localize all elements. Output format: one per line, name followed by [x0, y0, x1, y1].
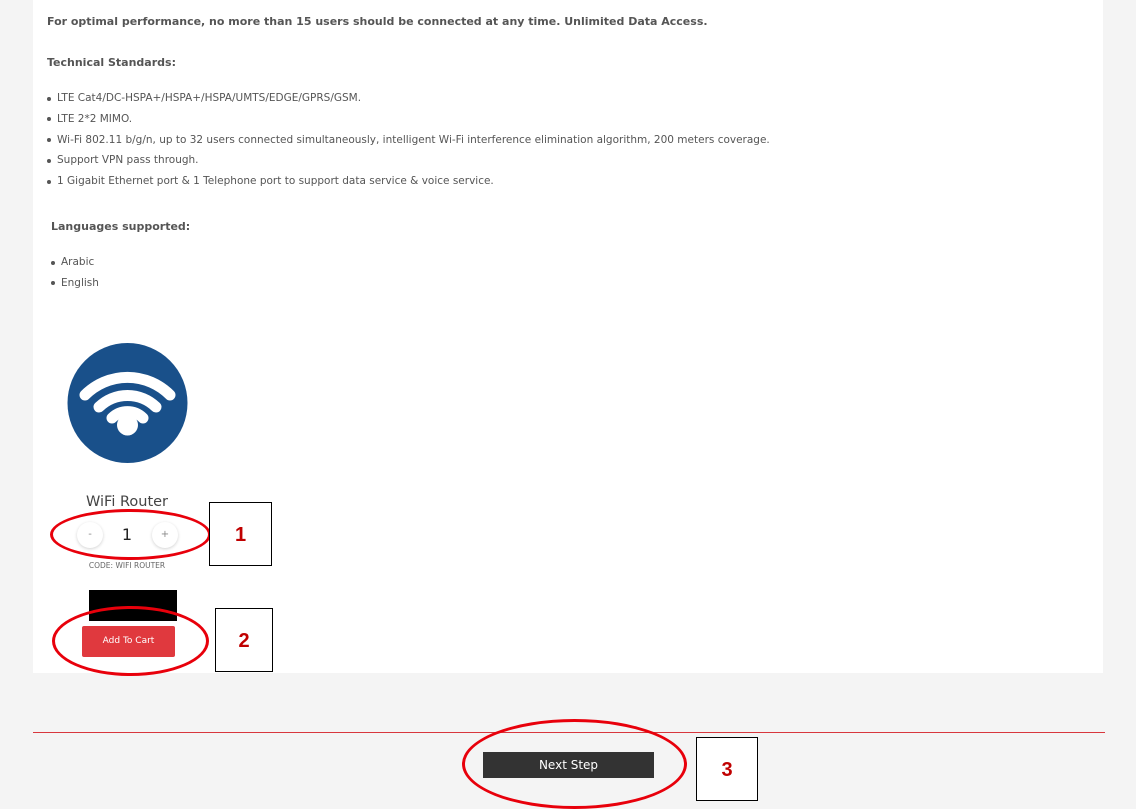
list-item: LTE Cat4/DC-HSPA+/HSPA+/HSPA/UMTS/EDGE/G…: [47, 88, 770, 109]
list-item: LTE 2*2 MIMO.: [47, 109, 770, 130]
list-item: English: [51, 273, 99, 294]
annotation-label-1: 1: [209, 502, 272, 566]
product-code: CODE: WIFI ROUTER: [88, 561, 166, 570]
list-item: Wi-Fi 802.11 b/g/n, up to 32 users conne…: [47, 130, 770, 151]
technical-standards-list: LTE Cat4/DC-HSPA+/HSPA+/HSPA/UMTS/EDGE/G…: [47, 88, 770, 192]
list-item: 1 Gigabit Ethernet port & 1 Telephone po…: [47, 171, 770, 192]
annotation-ellipse-2: [52, 606, 209, 676]
annotation-label-3: 3: [696, 737, 758, 801]
wifi-icon: [67, 343, 188, 467]
list-item: Arabic: [51, 252, 99, 273]
annotation-ellipse-1: [50, 509, 211, 560]
product-name: WiFi Router: [85, 494, 169, 510]
list-item: Support VPN pass through.: [47, 150, 770, 171]
languages-list: Arabic English: [51, 252, 99, 294]
annotation-label-2: 2: [215, 608, 273, 672]
intro-text: For optimal performance, no more than 15…: [47, 15, 708, 28]
technical-standards-title: Technical Standards:: [47, 56, 176, 69]
languages-title: Languages supported:: [51, 220, 191, 233]
